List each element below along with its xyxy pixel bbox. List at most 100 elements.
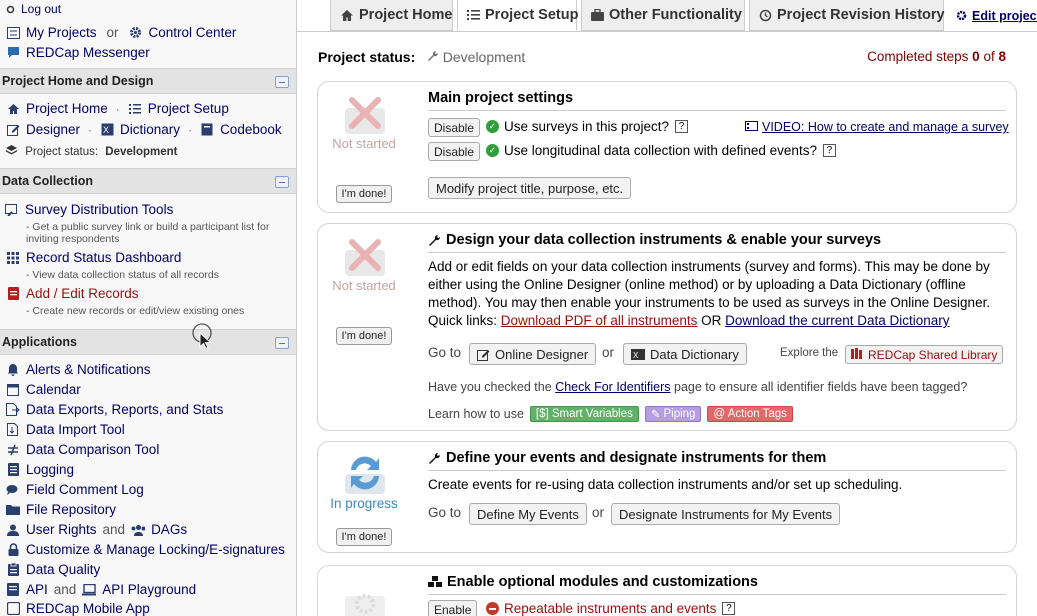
disable-longitudinal-button[interactable]: Disable <box>428 142 481 161</box>
tab-project-setup[interactable]: Project Setup <box>457 0 578 31</box>
piping-button[interactable]: ✎ Piping <box>644 406 702 422</box>
app-mobile[interactable]: REDCap Mobile App <box>6 601 150 616</box>
help-icon[interactable]: ? <box>822 144 836 157</box>
control-center-link[interactable]: Control Center <box>149 25 237 40</box>
tab-project-home[interactable]: Project Home <box>330 0 453 31</box>
logout-link[interactable]: Log out <box>5 2 61 16</box>
collapse-button[interactable] <box>275 76 289 88</box>
chat-icon <box>6 46 20 60</box>
im-done-button[interactable]: I'm done! <box>336 528 392 546</box>
goto-label: Go to <box>428 345 462 360</box>
survey-distribution-link[interactable]: Survey Distribution Tools <box>5 202 173 217</box>
completed-steps: Completed steps 0 of 8 <box>867 49 1006 64</box>
im-done-button[interactable]: I'm done! <box>336 327 392 345</box>
repeatable-label: Repeatable instruments and events <box>504 601 717 616</box>
step-card-design-instruments: Not started I'm done! Design your data c… <box>317 223 1017 431</box>
app-api[interactable]: API <box>26 582 48 597</box>
wrench-icon <box>428 452 441 465</box>
app-user-rights[interactable]: User Rights <box>26 522 97 537</box>
bell-icon <box>6 363 20 377</box>
check-identifiers-link[interactable]: Check For Identifiers <box>555 380 670 394</box>
video-link[interactable]: VIDEO: How to create and manage a survey <box>762 120 1009 134</box>
project-status-sidebar: Project status: Development <box>6 145 178 158</box>
check-circle-icon: ✓ <box>486 144 499 157</box>
surveys-label: Use surveys in this project? <box>504 119 670 134</box>
app-locking[interactable]: Customize & Manage Locking/E-signatures <box>6 542 285 557</box>
project-home-link[interactable]: Project Home <box>26 101 108 116</box>
app-alerts[interactable]: Alerts & Notifications <box>6 362 151 377</box>
app-data-exports[interactable]: Data Exports, Reports, and Stats <box>6 402 223 417</box>
app-api-playground[interactable]: API Playground <box>102 582 196 597</box>
data-dictionary-button[interactable]: X Data Dictionary <box>623 343 747 365</box>
gear-icon <box>956 10 967 21</box>
home-icon <box>6 102 20 116</box>
clipboard-icon <box>6 563 20 577</box>
design-description: Add or edit fields on your data collecti… <box>428 259 991 310</box>
file-export-icon <box>6 403 20 417</box>
cubes-icon <box>428 576 442 588</box>
im-done-button[interactable]: I'm done! <box>336 185 392 203</box>
project-status-bar: Project status: Development Completed st… <box>318 49 1006 65</box>
collapse-button[interactable] <box>275 176 289 188</box>
log-icon <box>6 463 20 477</box>
record-status-link[interactable]: Record Status Dashboard <box>6 250 181 265</box>
define-events-button[interactable]: Define My Events <box>469 503 587 525</box>
grid-icon <box>6 251 20 265</box>
smart-variables-button[interactable]: [$] Smart Variables <box>529 406 639 422</box>
in-progress-sync-icon <box>345 456 385 494</box>
lock-icon <box>6 543 20 557</box>
codebook-icon <box>200 123 214 137</box>
section-header-applications: Applications <box>0 329 296 355</box>
app-data-import[interactable]: Data Import Tool <box>6 422 125 437</box>
action-tags-button[interactable]: @ Action Tags <box>707 406 793 422</box>
add-edit-records-link[interactable]: Add / Edit Records <box>6 286 139 301</box>
app-dags[interactable]: DAGs <box>151 522 187 537</box>
step-title: Design your data collection instruments … <box>428 232 1006 253</box>
project-setup-link[interactable]: Project Setup <box>148 101 229 116</box>
designer-link[interactable]: Designer <box>26 122 80 137</box>
edit-icon <box>477 348 490 361</box>
tab-other-functionality[interactable]: Other Functionality <box>581 0 745 31</box>
disable-surveys-button[interactable]: Disable <box>428 118 481 137</box>
tasks-icon <box>467 9 480 21</box>
tasks-icon <box>128 102 142 116</box>
shared-library-button[interactable]: REDCap Shared Library <box>845 345 1004 364</box>
step-card-main-settings: Not started I'm done! Main project setti… <box>317 81 1017 213</box>
help-icon[interactable]: ? <box>722 602 736 615</box>
app-calendar[interactable]: Calendar <box>6 382 81 397</box>
app-data-comparison[interactable]: Data Comparison Tool <box>6 442 159 457</box>
enable-repeatable-button[interactable]: Enable <box>428 600 478 616</box>
not-started-x-icon <box>345 239 385 276</box>
download-pdf-link[interactable]: Download PDF of all instruments <box>501 313 698 328</box>
wrench-icon <box>427 49 439 65</box>
my-projects-link[interactable]: My Projects <box>26 25 97 40</box>
collapse-button[interactable] <box>275 337 289 349</box>
tab-bar: Project Home Project Setup Other Functio… <box>330 0 1037 31</box>
svg-text:X: X <box>103 125 109 135</box>
minus-circle-icon <box>486 602 499 615</box>
file-import-icon <box>6 423 20 437</box>
app-file-repository[interactable]: File Repository <box>6 502 116 517</box>
edit-project-settings-link[interactable]: Edit project s <box>950 0 1037 31</box>
add-edit-records-desc: - Create new records or edit/view existi… <box>26 305 245 317</box>
survey-icon <box>5 203 19 217</box>
not-equal-icon <box>6 443 20 457</box>
calendar-icon <box>6 383 20 397</box>
step-title: Main project settings <box>428 90 1006 111</box>
app-data-quality[interactable]: Data Quality <box>6 562 100 577</box>
designate-instruments-button[interactable]: Designate Instruments for My Events <box>611 503 841 525</box>
download-dictionary-link[interactable]: Download the current Data Dictionary <box>725 313 949 328</box>
app-field-comment-log[interactable]: Field Comment Log <box>6 482 144 497</box>
dictionary-link[interactable]: Dictionary <box>120 122 180 137</box>
messenger-link[interactable]: REDCap Messenger <box>6 45 150 60</box>
help-icon[interactable]: ? <box>675 120 689 133</box>
modify-project-button[interactable]: Modify project title, purpose, etc. <box>428 177 632 199</box>
user-icon <box>6 523 20 537</box>
users-icon <box>131 523 146 537</box>
longitudinal-label: Use longitudinal data collection with de… <box>504 143 817 158</box>
tab-revision-history[interactable]: Project Revision History <box>749 0 945 31</box>
online-designer-button[interactable]: Online Designer <box>469 343 597 365</box>
app-logging[interactable]: Logging <box>6 462 74 477</box>
codebook-link[interactable]: Codebook <box>220 122 282 137</box>
record-icon <box>6 287 20 301</box>
